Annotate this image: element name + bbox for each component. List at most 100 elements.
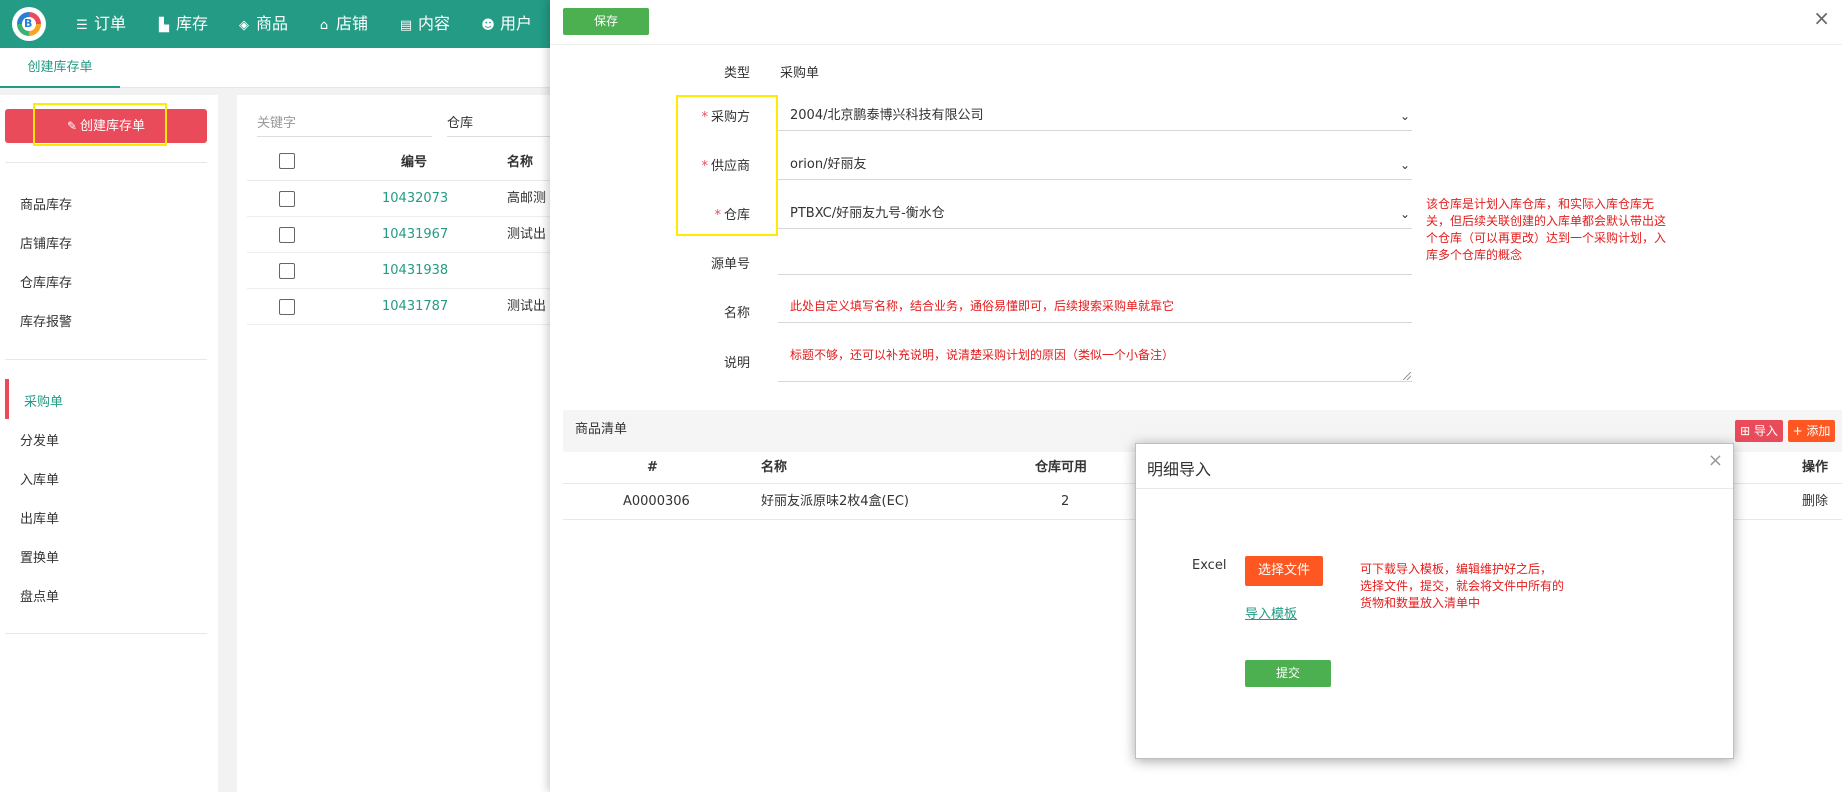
- type-value: 采购单: [780, 66, 820, 81]
- row-code-link[interactable]: 10431938: [382, 253, 448, 289]
- app-logo[interactable]: B: [12, 7, 46, 41]
- nav-item-shops[interactable]: ⌂ 店铺: [316, 0, 368, 48]
- annotation-line: 关，但后续关联创建的入库单都会默认带出这: [1426, 214, 1667, 228]
- description-label: 说明: [723, 356, 750, 371]
- sidebar-item-purchase-order[interactable]: 采购单: [24, 391, 63, 410]
- source-number-input[interactable]: [778, 241, 1412, 275]
- nav-item-label: 用户: [500, 14, 533, 33]
- chevron-down-icon: ⌄: [1399, 158, 1410, 172]
- annotation-line: 可下载导入模板，编辑维护好之后，: [1360, 562, 1553, 576]
- description-textarea[interactable]: 标题不够，还可以补充说明，说清楚采购计划的原因（类似一个小备注）: [778, 340, 1412, 382]
- submit-button[interactable]: 提交: [1245, 660, 1331, 687]
- name-input-value: 此处自定义填写名称，结合业务，通俗易懂即可，后续搜索采购单就靠它: [790, 299, 1175, 313]
- supplier-select-value: orion/好丽友: [790, 157, 867, 172]
- sidebar: ✎ 创建库存单 商品库存 店铺库存 仓库库存 库存报警 采购单 分发单 入库单 出…: [0, 95, 218, 792]
- tab-create-inventory[interactable]: 创建库存单: [0, 48, 120, 88]
- inventory-list-panel: 关键字 仓库 编号 名称 10432073 高邮测 10431967 测试出 1…: [237, 95, 567, 792]
- sidebar-divider: [5, 633, 207, 634]
- nav-item-users[interactable]: ☻ 用户: [480, 0, 532, 48]
- goods-column-name: 名称: [761, 460, 788, 475]
- table-row[interactable]: 10431967 测试出: [247, 217, 567, 253]
- name-label: 名称: [723, 306, 750, 321]
- goods-row-delete-link[interactable]: 删除: [1802, 484, 1828, 520]
- nav-item-products[interactable]: ◈ 商品: [236, 0, 288, 48]
- table-row[interactable]: 10431938: [247, 253, 567, 289]
- drawer-close-icon[interactable]: ×: [1813, 6, 1830, 30]
- nav-item-orders[interactable]: ☰ 订单: [74, 0, 126, 48]
- warehouse-filter-input[interactable]: 仓库: [447, 111, 567, 137]
- annotation-line: 选择文件，提交，就会将文件中所有的: [1360, 579, 1565, 593]
- import-template-link[interactable]: 导入模板: [1245, 603, 1297, 622]
- highlight-box-create: [33, 103, 167, 146]
- sidebar-item-inbound-order[interactable]: 入库单: [20, 469, 59, 488]
- type-label: 类型: [723, 66, 750, 81]
- row-checkbox[interactable]: [279, 263, 295, 279]
- annotation-line: 个仓库（可以再更改）达到一个采购计划，入: [1426, 231, 1667, 245]
- nav-item-label: 店铺: [336, 14, 369, 33]
- nav-item-label: 订单: [94, 14, 127, 33]
- warehouse-select-value: PTBXC/好丽友九号-衡水仓: [790, 206, 945, 221]
- name-input[interactable]: 此处自定义填写名称，结合业务，通俗易懂即可，后续搜索采购单就靠它: [778, 289, 1412, 323]
- buyer-select-value: 2004/北京鹏泰博兴科技有限公司: [790, 108, 984, 123]
- sidebar-item-stocktake-order[interactable]: 盘点单: [20, 586, 59, 605]
- source-number-label: 源单号: [710, 257, 750, 272]
- annotation-line: 该仓库是计划入库仓库，和实际入库仓库无: [1426, 197, 1655, 211]
- select-all-checkbox[interactable]: [279, 153, 295, 169]
- row-checkbox[interactable]: [279, 191, 295, 207]
- sidebar-divider: [5, 359, 207, 360]
- sidebar-item-shop-stock[interactable]: 店铺库存: [20, 233, 72, 252]
- goods-row-available: 2: [1061, 494, 1070, 509]
- column-header-code: 编号: [401, 155, 428, 170]
- logo-letter: B: [24, 17, 33, 30]
- menu-lines-icon: ☰: [76, 18, 88, 33]
- save-button[interactable]: 保存: [563, 8, 649, 35]
- sidebar-item-stock-alert[interactable]: 库存报警: [20, 311, 72, 330]
- supplier-select[interactable]: orion/好丽友 ⌄: [778, 150, 1412, 180]
- annotation-line: 货物和数量放入清单中: [1360, 596, 1481, 610]
- goods-list-title: 商品清单: [575, 422, 628, 437]
- nav-item-content[interactable]: ▤ 内容: [398, 0, 450, 48]
- goods-column-action: 操作: [1802, 460, 1829, 475]
- row-code-link[interactable]: 10431967: [382, 217, 448, 253]
- table-row[interactable]: 10432073 高邮测: [247, 181, 567, 217]
- keyword-filter-input[interactable]: 关键字: [257, 111, 432, 137]
- nav-item-label: 内容: [418, 14, 451, 33]
- import-annotation: 可下载导入模板，编辑维护好之后， 选择文件，提交，就会将文件中所有的 货物和数量…: [1360, 561, 1564, 612]
- sidebar-active-indicator: [5, 379, 9, 419]
- warehouse-annotation: 该仓库是计划入库仓库，和实际入库仓库无 关，但后续关联创建的入库单都会默认带出这…: [1426, 196, 1666, 264]
- table-row[interactable]: 10431787 测试出: [247, 289, 567, 325]
- sidebar-item-goods-stock[interactable]: 商品库存: [20, 194, 72, 213]
- modal-close-icon[interactable]: ×: [1708, 450, 1723, 471]
- annotation-line: 库多个仓库的概念: [1426, 248, 1523, 262]
- nav-item-label: 库存: [176, 14, 209, 33]
- row-checkbox[interactable]: [279, 227, 295, 243]
- nav-item-label: 商品: [256, 14, 289, 33]
- choose-file-button[interactable]: 选择文件: [1245, 556, 1323, 586]
- row-code-link[interactable]: 10431787: [382, 289, 448, 325]
- store-icon: ▙: [159, 18, 169, 33]
- chevron-down-icon: ⌄: [1399, 109, 1410, 123]
- modal-divider: [1136, 488, 1733, 489]
- shop-icon: ⌂: [319, 18, 329, 33]
- excel-label: Excel: [1192, 558, 1227, 573]
- row-name: 测试出: [507, 227, 547, 242]
- buyer-select[interactable]: 2004/北京鹏泰博兴科技有限公司 ⌄: [778, 101, 1412, 131]
- sidebar-item-outbound-order[interactable]: 出库单: [20, 508, 59, 527]
- nav-item-inventory[interactable]: ▙ 库存: [156, 0, 208, 48]
- sidebar-item-exchange-order[interactable]: 置换单: [20, 547, 59, 566]
- sidebar-item-distribution-order[interactable]: 分发单: [20, 430, 59, 449]
- goods-column-available: 仓库可用: [1035, 460, 1088, 475]
- warehouse-select[interactable]: PTBXC/好丽友九号-衡水仓 ⌄: [778, 199, 1412, 229]
- column-header-name: 名称: [507, 155, 534, 170]
- sidebar-item-warehouse-stock[interactable]: 仓库库存: [20, 272, 72, 291]
- drawer-divider: [550, 44, 1842, 45]
- users-icon: ☻: [481, 18, 495, 33]
- resize-grip-icon[interactable]: [1403, 372, 1411, 380]
- goods-row-name: 好丽友派原味2枚4盒(EC): [761, 494, 909, 509]
- list-table-header: 编号 名称: [247, 145, 567, 181]
- row-code-link[interactable]: 10432073: [382, 181, 448, 217]
- add-button[interactable]: + 添加: [1788, 420, 1835, 442]
- goods-row-index: A0000306: [623, 494, 690, 509]
- import-button[interactable]: ⊞ 导入: [1735, 420, 1783, 442]
- row-checkbox[interactable]: [279, 299, 295, 315]
